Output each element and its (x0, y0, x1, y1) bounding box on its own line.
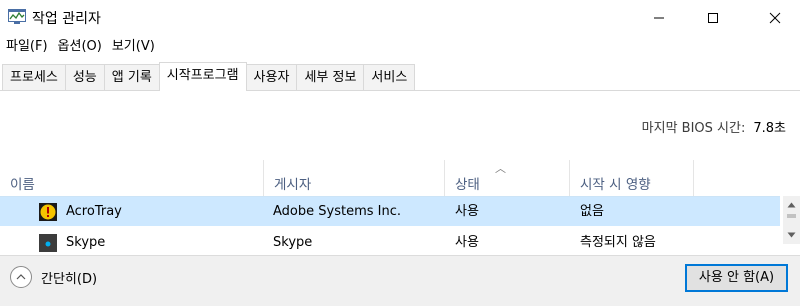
scroll-thumb[interactable] (787, 214, 796, 218)
task-manager-icon (8, 9, 26, 24)
tab-processes[interactable]: 프로세스 (2, 64, 66, 91)
menu-file[interactable]: 파일(F) (0, 36, 53, 58)
vertical-scrollbar[interactable] (783, 196, 800, 244)
bios-time-label: 마지막 BIOS 시간: (641, 121, 746, 136)
row-status: 사용 (455, 235, 479, 250)
bios-time-value: 7.8초 (753, 121, 786, 136)
tab-users[interactable]: 사용자 (245, 64, 298, 91)
chevron-up-icon (10, 266, 32, 288)
minimize-button[interactable] (636, 0, 682, 35)
tab-services[interactable]: 서비스 (363, 64, 416, 91)
close-icon (769, 12, 781, 23)
menu-options[interactable]: 옵션(O) (53, 36, 107, 58)
scroll-up-button[interactable] (783, 196, 800, 213)
column-impact-label: 시작 시 영향 (580, 177, 651, 193)
table-row[interactable]: AcroTray Adobe Systems Inc. 사용 없음 (0, 196, 780, 226)
startup-panel: 마지막 BIOS 시간: 7.8초 이름 게시자 ︿ 상태 시작 시 영향 Acr… (0, 91, 800, 255)
row-status: 사용 (455, 203, 479, 219)
column-header-status[interactable]: ︿ 상태 (445, 160, 570, 196)
bios-time: 마지막 BIOS 시간: 7.8초 (642, 117, 786, 136)
name-cell: AcroTray (0, 197, 264, 227)
tab-app-history[interactable]: 앱 기록 (103, 64, 160, 91)
tab-startup[interactable]: 시작프로그램 (158, 62, 247, 91)
close-button[interactable] (752, 0, 798, 35)
disable-button[interactable]: 사용 안 함(A) (685, 264, 788, 292)
maximize-icon (708, 12, 718, 23)
row-name: AcroTray (66, 203, 122, 219)
scroll-up-icon (787, 202, 796, 207)
row-name: Skype (66, 235, 106, 250)
scroll-down-button[interactable] (783, 226, 800, 243)
tab-strip: 프로세스 성능 앱 기록 시작프로그램 사용자 세부 정보 서비스 (2, 62, 416, 91)
sort-ascending-icon: ︿ (495, 162, 506, 175)
column-header-publisher[interactable]: 게시자 (264, 160, 445, 196)
table-header: 이름 게시자 ︿ 상태 시작 시 영향 (0, 160, 782, 196)
column-status-label: 상태 (455, 177, 480, 193)
name-cell: Skype (0, 228, 264, 255)
window-title: 작업 관리자 (32, 11, 101, 27)
title-bar: 작업 관리자 (0, 0, 800, 35)
column-header-name[interactable]: 이름 (0, 160, 264, 196)
fewer-details-label: 간단히(D) (41, 271, 98, 287)
table-row[interactable]: Skype Skype 사용 측정되지 않음 (0, 226, 780, 255)
fewer-details-button[interactable]: 간단히(D) (10, 265, 97, 289)
menu-bar: 파일(F) 옵션(O) 보기(V) (0, 36, 160, 58)
skype-icon (38, 233, 58, 253)
acrotray-icon (38, 202, 58, 222)
minimize-icon (654, 17, 664, 18)
tab-details[interactable]: 세부 정보 (296, 64, 365, 91)
column-header-impact[interactable]: 시작 시 영향 (570, 160, 694, 196)
footer-bar: 간단히(D) 사용 안 함(A) (0, 255, 800, 306)
scroll-down-icon (787, 232, 796, 237)
row-publisher: Skype (273, 235, 313, 250)
row-publisher: Adobe Systems Inc. (273, 203, 401, 219)
column-publisher-label: 게시자 (274, 177, 312, 193)
maximize-button[interactable] (690, 0, 736, 35)
row-impact: 없음 (580, 203, 604, 219)
row-impact: 측정되지 않음 (580, 235, 656, 250)
column-name-label: 이름 (10, 177, 35, 193)
menu-view[interactable]: 보기(V) (107, 36, 160, 58)
tab-performance[interactable]: 성능 (64, 64, 105, 91)
